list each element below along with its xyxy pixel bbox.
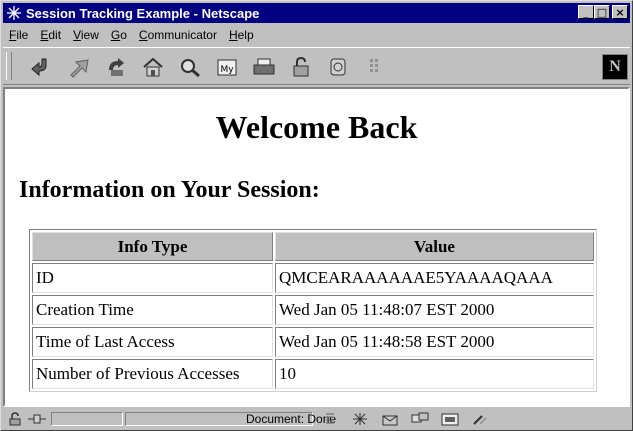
svg-text:My: My	[220, 65, 234, 75]
netscape-logo[interactable]: N	[602, 54, 628, 80]
discussion-groups-icon[interactable]	[409, 411, 431, 427]
window-title: Session Tracking Example - Netscape	[26, 5, 260, 21]
menu-edit[interactable]: Edit	[34, 28, 67, 42]
table-row: Number of Previous Accesses 10	[32, 359, 594, 389]
minimize-icon: _	[583, 5, 589, 19]
home-icon	[143, 57, 163, 77]
shop-icon	[330, 58, 346, 76]
status-text: Document: Done	[125, 412, 336, 426]
maximize-icon: □	[596, 5, 608, 19]
composer-icon[interactable]	[439, 411, 461, 427]
home-button[interactable]	[136, 54, 170, 80]
menu-bar: File Edit View Go Communicator Help	[3, 25, 630, 45]
menu-view[interactable]: View	[67, 28, 105, 42]
mail-icon[interactable]	[379, 411, 401, 427]
toolbar-grip[interactable]	[6, 52, 12, 80]
minimize-button[interactable]: _	[578, 5, 594, 19]
security-button[interactable]	[284, 54, 318, 80]
info-type-cell: Time of Last Access	[32, 327, 273, 357]
netscape-guide-icon: My	[217, 59, 237, 76]
security-lock-icon[interactable]	[5, 411, 25, 427]
table-row: Time of Last Access Wed Jan 05 11:48:58 …	[32, 327, 594, 357]
menu-help[interactable]: Help	[223, 28, 260, 42]
resize-grip-icon[interactable]	[469, 411, 491, 427]
component-bar-grip-icon[interactable]	[319, 411, 341, 427]
forward-button[interactable]	[62, 54, 96, 80]
menu-file[interactable]: File	[3, 28, 34, 42]
maximize-button[interactable]: □	[594, 5, 610, 19]
search-icon	[181, 59, 200, 78]
info-type-cell: Creation Time	[32, 295, 273, 325]
netscape-guide-button[interactable]: My	[210, 54, 244, 80]
value-cell: Wed Jan 05 11:48:07 EST 2000	[275, 295, 594, 325]
navigation-toolbar: My N	[3, 47, 630, 85]
value-cell: QMCEARAAAAAAE5YAAAAQAAA	[275, 263, 594, 293]
stop-button[interactable]	[358, 54, 392, 80]
value-cell: Wed Jan 05 11:48:58 EST 2000	[275, 327, 594, 357]
info-type-cell: Number of Previous Accesses	[32, 359, 273, 389]
connection-status-icon	[27, 411, 47, 427]
value-cell: 10	[275, 359, 594, 389]
navigator-icon[interactable]	[349, 411, 371, 427]
search-button[interactable]	[173, 54, 207, 80]
print-button[interactable]	[247, 54, 281, 80]
reload-button[interactable]	[99, 54, 133, 80]
forward-icon	[70, 59, 89, 78]
back-icon	[31, 58, 47, 77]
shop-button[interactable]	[321, 54, 355, 80]
back-button[interactable]	[25, 54, 59, 80]
status-bar: Document: Done	[3, 409, 630, 429]
content-frame: Welcome Back Information on Your Session…	[3, 87, 630, 407]
info-type-cell: ID	[32, 263, 273, 293]
page-content: Welcome Back Information on Your Session…	[5, 89, 628, 405]
header-info-type: Info Type	[32, 232, 273, 261]
section-title: Information on Your Session:	[19, 177, 320, 203]
print-icon	[253, 58, 275, 75]
close-button[interactable]: ×	[612, 5, 628, 19]
table-row: ID QMCEARAAAAAAE5YAAAAQAAA	[32, 263, 594, 293]
reload-icon	[109, 58, 124, 76]
close-icon: ×	[615, 5, 625, 19]
page-title: Welcome Back	[215, 109, 418, 145]
netscape-app-icon[interactable]	[6, 5, 22, 21]
security-icon	[293, 56, 309, 77]
stop-icon	[370, 59, 378, 72]
title-bar[interactable]: Session Tracking Example - Netscape _ □ …	[3, 3, 630, 23]
header-value: Value	[275, 232, 594, 261]
progress-bar	[51, 412, 123, 426]
browser-window: Session Tracking Example - Netscape _ □ …	[0, 0, 633, 431]
menu-communicator[interactable]: Communicator	[133, 28, 223, 42]
table-row: Creation Time Wed Jan 05 11:48:07 EST 20…	[32, 295, 594, 325]
menu-go[interactable]: Go	[105, 28, 133, 42]
session-info-table: Info Type Value ID QMCEARAAAAAAE5YAAAAQA…	[29, 229, 597, 392]
